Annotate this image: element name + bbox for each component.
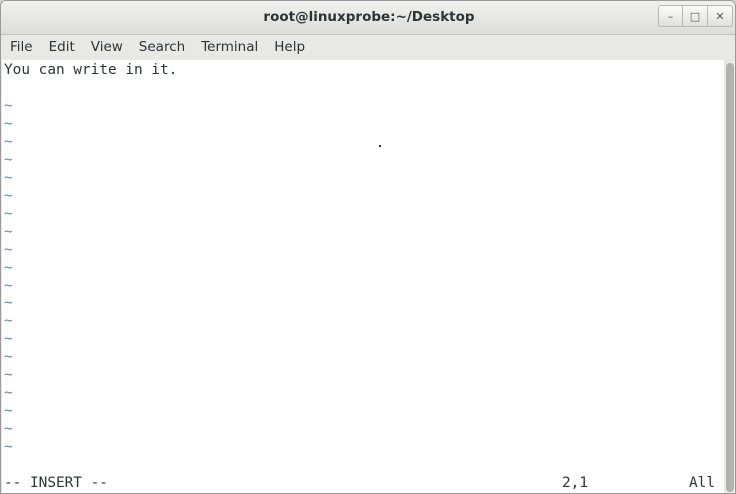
- empty-line-marker: ~: [4, 205, 13, 222]
- terminal-window: root@linuxprobe:~/Desktop – □ ✕ File Edi…: [0, 0, 736, 494]
- empty-line-marker: ~: [4, 439, 13, 456]
- empty-line-marker: ~: [4, 403, 13, 420]
- menu-edit[interactable]: Edit: [41, 35, 83, 60]
- empty-line-marker: ~: [4, 421, 13, 438]
- empty-line-marker: ~: [4, 241, 13, 258]
- menu-view[interactable]: View: [83, 35, 131, 60]
- window-title: root@linuxprobe:~/Desktop: [263, 9, 475, 25]
- empty-line-marker: ~: [4, 259, 13, 276]
- menu-terminal[interactable]: Terminal: [193, 35, 266, 60]
- menu-search[interactable]: Search: [131, 35, 193, 60]
- empty-line-marker: ~: [4, 313, 13, 330]
- vim-mode-indicator: -- INSERT --: [4, 475, 108, 491]
- mouse-pointer-dot: [379, 145, 381, 147]
- empty-line-marker: ~: [4, 385, 13, 402]
- empty-line-marker: ~: [4, 98, 13, 114]
- window-controls: – □ ✕: [658, 5, 733, 27]
- empty-line-marker: ~: [4, 133, 13, 150]
- close-icon: ✕: [715, 9, 725, 23]
- empty-line-marker: ~: [4, 223, 13, 240]
- scroll-indicator: All: [689, 475, 715, 491]
- editor-line-1: You can write in it.: [4, 62, 178, 78]
- empty-line-marker: ~: [4, 349, 13, 366]
- close-button[interactable]: ✕: [708, 5, 733, 27]
- minimize-icon: –: [667, 9, 674, 23]
- empty-line-marker: ~: [4, 331, 13, 348]
- empty-line-marker: ~: [4, 169, 13, 186]
- empty-line-marker: ~: [4, 367, 13, 384]
- cursor-position: 2,1: [562, 475, 588, 491]
- scrollbar-thumb[interactable]: [726, 63, 734, 492]
- menu-help[interactable]: Help: [266, 35, 313, 60]
- empty-line-marker: ~: [4, 187, 13, 204]
- maximize-icon: □: [689, 9, 701, 23]
- terminal-text-area[interactable]: You can write in it. ~ ~ ~ ~ ~ ~ ~ ~ ~ ~ ~ ~ ~ ~ ~ ~ ~ ~ ~…: [2, 60, 724, 493]
- menu-file[interactable]: File: [2, 35, 41, 60]
- title-bar[interactable]: root@linuxprobe:~/Desktop – □ ✕: [1, 1, 735, 35]
- minimize-button[interactable]: –: [658, 5, 683, 27]
- empty-line-marker: ~: [4, 295, 13, 312]
- empty-line-marker: ~: [4, 115, 13, 132]
- empty-line-marker: ~: [4, 151, 13, 168]
- menu-bar: File Edit View Search Terminal Help: [1, 35, 735, 60]
- empty-line-marker: ~: [4, 277, 13, 294]
- maximize-button[interactable]: □: [683, 5, 708, 27]
- vertical-scrollbar[interactable]: [724, 60, 735, 493]
